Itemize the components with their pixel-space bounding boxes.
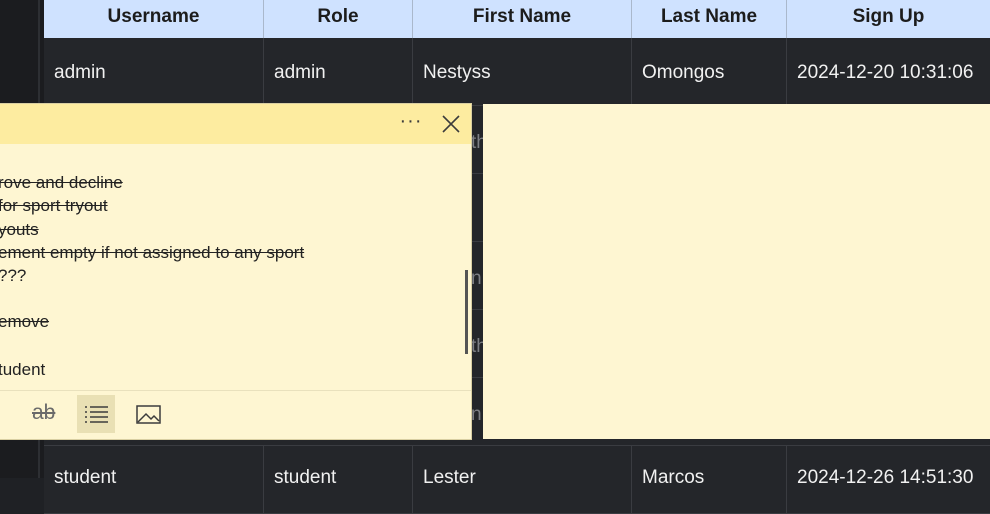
table-header-row: Username Role First Name Last Name Sign … (44, 0, 990, 38)
header-last-name[interactable]: Last Name (632, 0, 787, 38)
note-line: ??? (0, 266, 27, 285)
cell-sign-up: 2024-12-20 10:31:06 (797, 62, 974, 83)
sticky-note-secondary[interactable] (483, 104, 990, 439)
image-icon (136, 405, 161, 424)
sticky-note[interactable]: ··· rove and decline for sport tryout yo… (0, 104, 471, 439)
more-options-icon[interactable]: ··· (398, 110, 424, 136)
cell-last-name: Omongos (632, 38, 787, 106)
close-icon[interactable] (439, 112, 463, 136)
strikethrough-button[interactable]: ab (24, 395, 62, 433)
insert-image-button[interactable] (130, 395, 168, 433)
cell-username: admin (44, 38, 264, 106)
table-row[interactable]: admin admin Nestyss Omongos 2024-12-20 1… (44, 38, 990, 106)
note-header[interactable]: ··· (0, 104, 471, 144)
cell-username: student (44, 446, 264, 514)
note-line: rove and decline (0, 173, 123, 192)
list-icon (85, 406, 108, 423)
note-line: for sport tryout (0, 196, 108, 215)
header-role[interactable]: Role (264, 0, 413, 38)
cell-last-name: Marcos (632, 446, 787, 514)
strikethrough-icon: ab (32, 401, 56, 424)
cell-role: admin (264, 38, 413, 106)
header-first-name[interactable]: First Name (413, 0, 632, 38)
header-username[interactable]: Username (44, 0, 264, 38)
note-line: ement empty if not assigned to any sport (0, 243, 305, 262)
cell-role: student (264, 446, 413, 514)
scrollbar-thumb[interactable] (465, 270, 468, 354)
header-sign-up[interactable]: Sign Up (787, 0, 990, 38)
toolbar-divider (0, 390, 471, 391)
table-row[interactable]: student student Lester Marcos 2024-12-26… (44, 446, 990, 514)
note-text-area[interactable]: rove and decline for sport tryout youts … (0, 144, 466, 390)
note-line: emove (0, 312, 50, 331)
bullet-list-button[interactable] (77, 395, 115, 433)
cell-sign-up: 2024-12-26 14:51:30 (797, 467, 974, 488)
cell-first-name: Nestyss (413, 38, 632, 106)
note-line: tudent (0, 360, 46, 379)
cell-first-name: Lester (413, 446, 632, 514)
note-line: youts (0, 220, 39, 239)
